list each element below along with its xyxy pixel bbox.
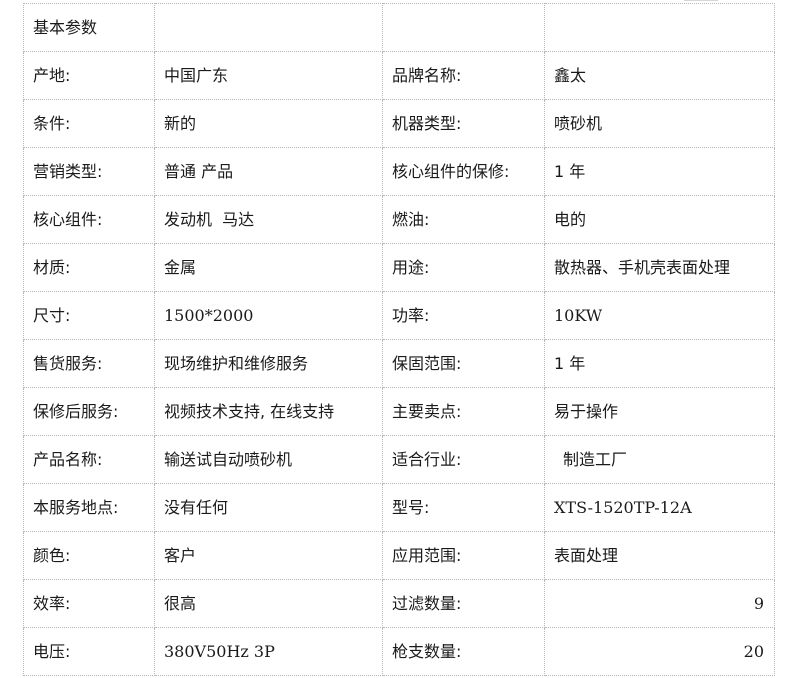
section-title-cell: 基本参数 <box>23 3 155 52</box>
row-label: 应用范围: <box>382 531 545 580</box>
row-value: 20 <box>544 627 775 676</box>
empty-cell <box>154 3 383 52</box>
row-label: 枪支数量: <box>382 627 545 676</box>
row-value: 表面处理 <box>544 531 775 580</box>
row-label: 产品名称: <box>23 435 155 484</box>
row-value: 中国广东 <box>154 51 383 100</box>
row-label: 颜色: <box>23 531 155 580</box>
table-row: 电压: 380V50Hz 3P 枪支数量: 20 <box>23 627 775 676</box>
row-label: 营销类型: <box>23 147 155 196</box>
table-row: 本服务地点: 没有任何 型号: XTS-1520TP-12A <box>23 483 775 532</box>
row-value: 视频技术支持, 在线支持 <box>154 387 383 436</box>
row-label: 材质: <box>23 243 155 292</box>
row-label: 条件: <box>23 99 155 148</box>
empty-cell <box>544 3 775 52</box>
row-label: 核心组件: <box>23 195 155 244</box>
row-label: 机器类型: <box>382 99 545 148</box>
row-label: 售货服务: <box>23 339 155 388</box>
row-value: 易于操作 <box>544 387 775 436</box>
row-value: 1 年 <box>544 339 775 388</box>
table-header-row: 基本参数 <box>23 3 775 52</box>
row-label: 保修后服务: <box>23 387 155 436</box>
table-row: 产地: 中国广东 品牌名称: 鑫太 <box>23 51 775 100</box>
row-value: 电的 <box>544 195 775 244</box>
row-value: 金属 <box>154 243 383 292</box>
table-row: 营销类型: 普通 产品 核心组件的保修: 1 年 <box>23 147 775 196</box>
row-label: 燃油: <box>382 195 545 244</box>
row-label: 尺寸: <box>23 291 155 340</box>
empty-cell <box>382 3 545 52</box>
row-value: XTS-1520TP-12A <box>544 483 775 532</box>
table-row: 材质: 金属 用途: 散热器、手机壳表面处理 <box>23 243 775 292</box>
row-label: 过滤数量: <box>382 579 545 628</box>
row-label: 品牌名称: <box>382 51 545 100</box>
table-row: 售货服务: 现场维护和维修服务 保固范围: 1 年 <box>23 339 775 388</box>
row-value: 制造工厂 <box>544 435 775 484</box>
row-label: 效率: <box>23 579 155 628</box>
row-label: 功率: <box>382 291 545 340</box>
row-value: 380V50Hz 3P <box>154 627 383 676</box>
table-row: 条件: 新的 机器类型: 喷砂机 <box>23 99 775 148</box>
row-value: 新的 <box>154 99 383 148</box>
row-label: 型号: <box>382 483 545 532</box>
row-label: 保固范围: <box>382 339 545 388</box>
row-label: 核心组件的保修: <box>382 147 545 196</box>
row-value: 1500*2000 <box>154 291 383 340</box>
row-label: 主要卖点: <box>382 387 545 436</box>
row-label: 用途: <box>382 243 545 292</box>
row-value: 现场维护和维修服务 <box>154 339 383 388</box>
row-value: 很高 <box>154 579 383 628</box>
row-value: 鑫太 <box>544 51 775 100</box>
table-row: 尺寸: 1500*2000 功率: 10KW <box>23 291 775 340</box>
table-row: 效率: 很高 过滤数量: 9 <box>23 579 775 628</box>
row-label: 本服务地点: <box>23 483 155 532</box>
row-value: 普通 产品 <box>154 147 383 196</box>
row-label: 适合行业: <box>382 435 545 484</box>
table-row: 核心组件: 发动机 马达 燃油: 电的 <box>23 195 775 244</box>
row-value: 10KW <box>544 291 775 340</box>
row-value: 散热器、手机壳表面处理 <box>544 243 775 292</box>
table-row: 颜色: 客户 应用范围: 表面处理 <box>23 531 775 580</box>
row-label: 产地: <box>23 51 155 100</box>
table-row: 保修后服务: 视频技术支持, 在线支持 主要卖点: 易于操作 <box>23 387 775 436</box>
basic-params-table: 基本参数 产地: 中国广东 品牌名称: 鑫太 条件: 新的 机器类型: 喷砂机 … <box>23 3 775 676</box>
row-value: 客户 <box>154 531 383 580</box>
row-label: 电压: <box>23 627 155 676</box>
row-value: 喷砂机 <box>544 99 775 148</box>
row-value: 9 <box>544 579 775 628</box>
row-value: 1 年 <box>544 147 775 196</box>
row-value: 没有任何 <box>154 483 383 532</box>
row-value: 发动机 马达 <box>154 195 383 244</box>
row-value: 输送试自动喷砂机 <box>154 435 383 484</box>
table-row: 产品名称: 输送试自动喷砂机 适合行业: 制造工厂 <box>23 435 775 484</box>
